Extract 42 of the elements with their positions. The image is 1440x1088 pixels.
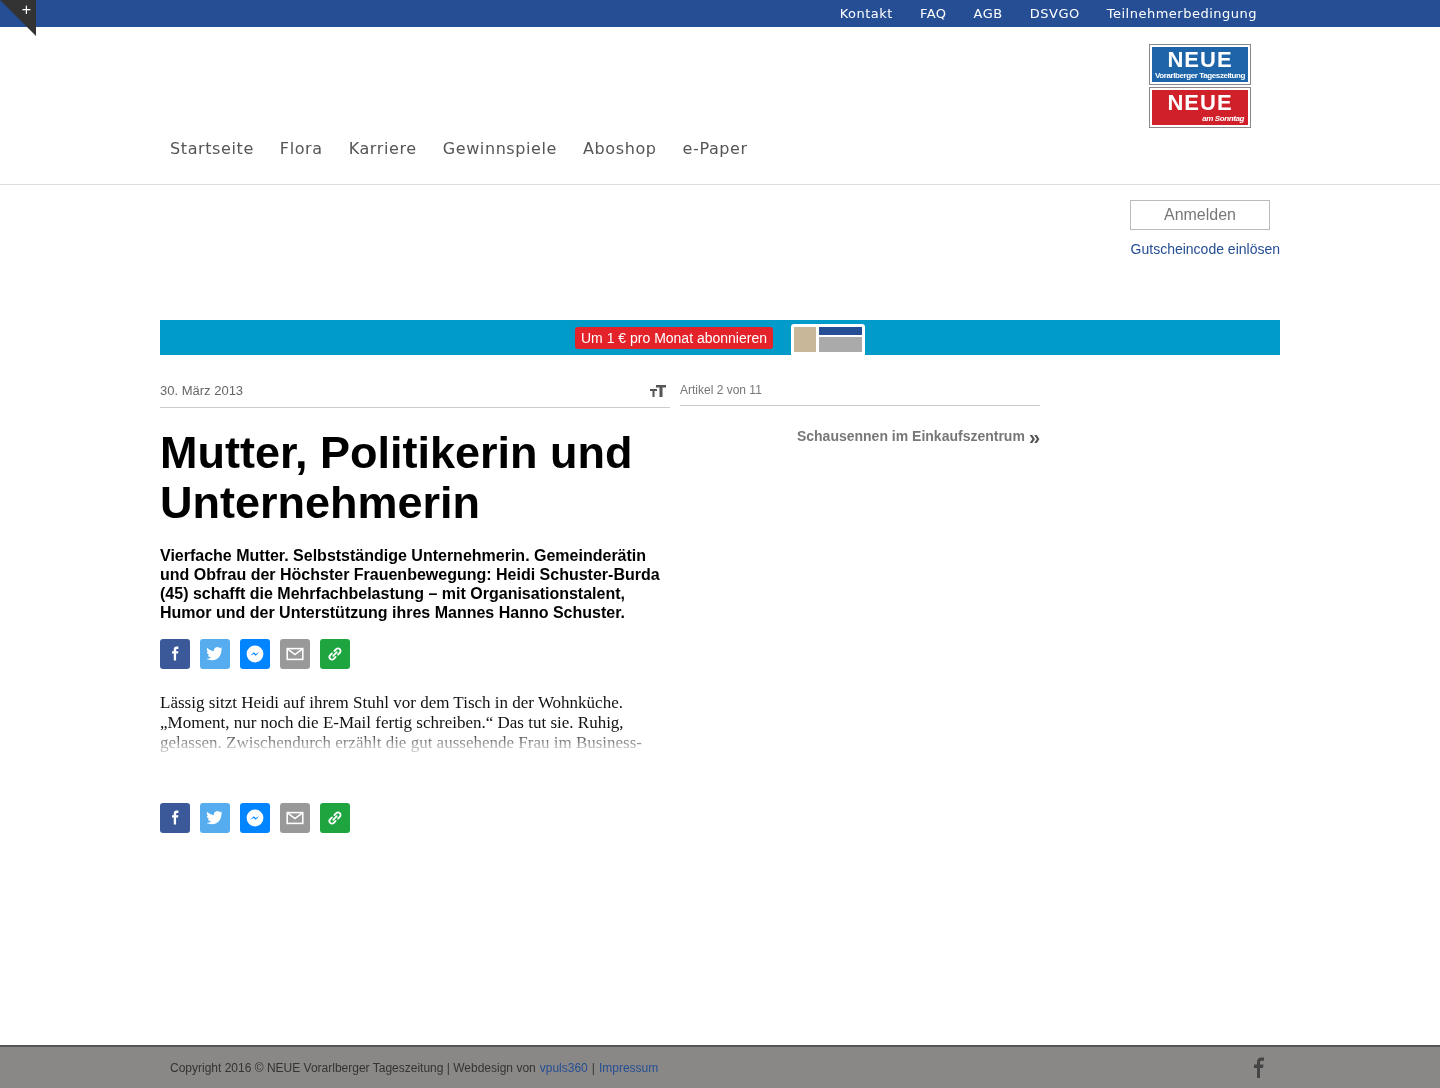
facebook-icon — [170, 810, 180, 825]
top-link[interactable]: AGB — [973, 3, 1003, 24]
top-link[interactable]: Teilnehmerbedingung — [1106, 3, 1257, 24]
email-share-button[interactable] — [280, 802, 310, 833]
nav-link[interactable]: Gewinnspiele — [442, 137, 558, 161]
voucher-link[interactable]: Gutscheincode einlösen — [1130, 239, 1280, 260]
email-share-button[interactable] — [280, 638, 310, 669]
twitter-icon — [206, 808, 224, 827]
next-article-link[interactable]: Schausennen im Einkaufszentrum — [796, 426, 1025, 447]
facebook-share-button[interactable] — [160, 638, 190, 669]
article-title: Mutter, Politikerin und Unternehmerin — [160, 427, 634, 528]
footer-separator: | — [591, 1059, 595, 1077]
nav-link[interactable]: e-Paper — [682, 137, 748, 161]
subscribe-button[interactable]: Um 1 € pro Monat abonnieren — [575, 327, 773, 349]
messenger-icon — [246, 644, 264, 663]
messenger-share-button[interactable] — [240, 638, 270, 669]
next-arrow[interactable]: » — [1028, 426, 1040, 447]
nav-link[interactable]: Karriere — [348, 137, 417, 161]
top-link[interactable]: DSVGO — [1029, 3, 1080, 24]
article-date: 30. März 2013 — [160, 382, 244, 400]
copyright-text: Copyright 2016 © NEUE Vorarlberger Tageszeitung | Webdesign von — [170, 1059, 536, 1077]
login-button[interactable]: Anmelden — [1130, 200, 1270, 230]
top-link[interactable]: FAQ — [919, 3, 947, 24]
nav-link[interactable]: Flora — [279, 137, 323, 161]
twitter-icon — [206, 644, 224, 663]
nav-link[interactable]: Aboshop — [583, 137, 657, 161]
messenger-share-button[interactable] — [240, 802, 270, 833]
article-position: Artikel 2 von 11 — [680, 382, 762, 399]
article-lead: Vierfache Mutter. Selbstständige Unternehmerin. Gemeinderätin und Obfrau der Höchster Frauenbewegung: Heidi Schuster-Burda (45) schafft die Mehrfachbelastung – mit Organisationstalent, Humor und der Unterstützung ihres Mannes Hanno Schuster. — [160, 545, 661, 622]
facebook-share-button[interactable] — [160, 802, 190, 833]
nav-link[interactable]: Startseite — [170, 137, 254, 161]
link-share-button[interactable] — [320, 802, 350, 833]
twitter-share-button[interactable] — [200, 802, 230, 833]
facebook-icon[interactable] — [1253, 1057, 1264, 1078]
top-link[interactable]: Kontakt — [839, 3, 893, 24]
text-size-icon[interactable] — [650, 384, 666, 397]
newspaper-logo[interactable]: NEUE Vorarlberger Tageszeitung — [1150, 45, 1250, 84]
link-share-button[interactable] — [320, 638, 350, 669]
twitter-share-button[interactable] — [200, 638, 230, 669]
facebook-icon — [170, 646, 180, 661]
newspaper-logo[interactable]: NEUE am Sonntag — [1150, 88, 1250, 127]
messenger-icon — [246, 808, 264, 827]
